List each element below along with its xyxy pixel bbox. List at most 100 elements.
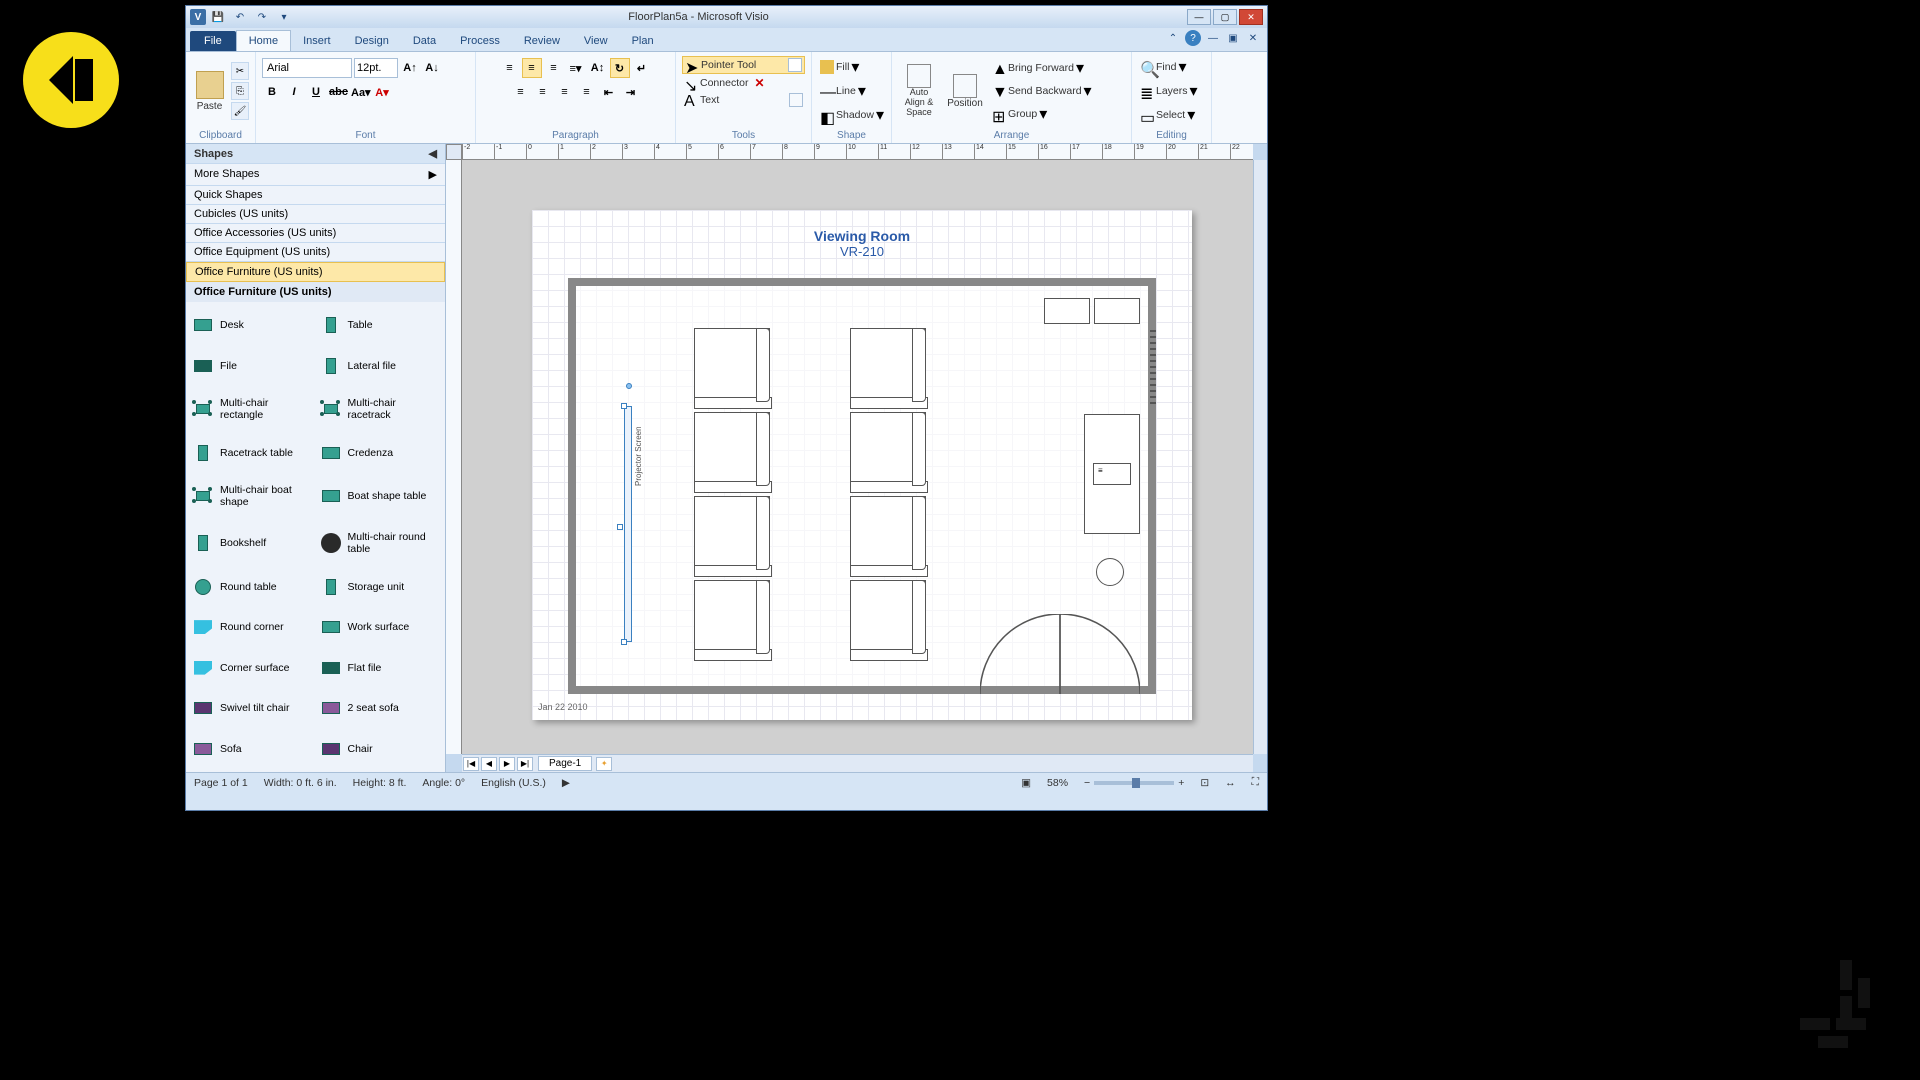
strike-button[interactable]: abc: [328, 82, 348, 102]
shape-work-surface[interactable]: Work surface: [318, 608, 442, 647]
shape-boat-shape-table[interactable]: Boat shape table: [318, 474, 442, 519]
align-right-icon[interactable]: ≡: [555, 82, 575, 102]
drawing-page[interactable]: Viewing Room VR-210: [532, 210, 1192, 720]
italic-button[interactable]: I: [284, 82, 304, 102]
pointer-tool-button[interactable]: ➤ Pointer Tool: [682, 56, 805, 74]
category-office-equipment[interactable]: Office Equipment (US units): [186, 243, 445, 262]
new-page-icon[interactable]: ✦: [596, 757, 612, 771]
seat-shape[interactable]: [694, 412, 770, 484]
rack-shape[interactable]: [1094, 298, 1140, 324]
shape-2-seat-sofa[interactable]: 2 seat sofa: [318, 689, 442, 728]
shape-round-table[interactable]: Round table: [190, 567, 314, 606]
room-walls[interactable]: Projector Screen: [568, 278, 1156, 694]
font-size-input[interactable]: [354, 58, 398, 78]
category-cubicles[interactable]: Cubicles (US units): [186, 205, 445, 224]
connector-tool-button[interactable]: ↘ Connector ✕: [682, 75, 805, 91]
zoom-out-icon[interactable]: −: [1084, 777, 1090, 789]
rotation-handle[interactable]: [626, 383, 632, 389]
qat-undo-icon[interactable]: ↶: [232, 9, 248, 25]
page-last-icon[interactable]: ▶|: [517, 757, 533, 771]
vertical-scrollbar[interactable]: [1253, 160, 1267, 754]
tab-view[interactable]: View: [572, 31, 620, 51]
tab-home[interactable]: Home: [236, 30, 291, 51]
group-button[interactable]: ⊞Group▾: [990, 103, 1094, 125]
selection-handle[interactable]: [621, 403, 627, 409]
canvas-viewport[interactable]: Viewing Room VR-210: [462, 160, 1253, 754]
format-painter-icon[interactable]: 🖌: [231, 102, 249, 120]
minimize-ribbon-icon[interactable]: ⌃: [1165, 30, 1181, 46]
projector-shape[interactable]: [1093, 463, 1131, 485]
shape-multi-chair-racetrack[interactable]: Multi-chair racetrack: [318, 387, 442, 432]
close-button[interactable]: ✕: [1239, 9, 1263, 25]
layers-button[interactable]: ≣Layers▾: [1138, 80, 1205, 102]
minimize-button[interactable]: —: [1187, 9, 1211, 25]
page-prev-icon[interactable]: ◀: [481, 757, 497, 771]
align-top-icon[interactable]: ≡: [500, 58, 520, 78]
shape-desk[interactable]: Desk: [190, 306, 314, 345]
autoalign-button[interactable]: Auto Align & Space: [898, 62, 940, 120]
seat-shape[interactable]: [850, 412, 926, 484]
macro-icon[interactable]: ▶: [562, 777, 570, 789]
page-first-icon[interactable]: |◀: [463, 757, 479, 771]
qat-save-icon[interactable]: 💾: [210, 9, 226, 25]
status-language[interactable]: English (U.S.): [481, 777, 546, 789]
justify-icon[interactable]: ≡: [577, 82, 597, 102]
line-button[interactable]: —Line▾: [818, 80, 885, 102]
tab-data[interactable]: Data: [401, 31, 448, 51]
shape-gallery-icon[interactable]: [788, 58, 802, 72]
tab-insert[interactable]: Insert: [291, 31, 343, 51]
selection-handle[interactable]: [617, 524, 623, 530]
select-button[interactable]: ▭Select▾: [1138, 104, 1205, 126]
seat-shape[interactable]: [694, 496, 770, 568]
shape-multi-chair-boat-shape[interactable]: Multi-chair boat shape: [190, 474, 314, 519]
page-tab[interactable]: Page-1: [538, 756, 592, 771]
presentation-mode-icon[interactable]: ▣: [1021, 777, 1031, 789]
fit-width-icon[interactable]: ↔: [1225, 777, 1236, 789]
align-bottom-icon[interactable]: ≡: [544, 58, 564, 78]
zoom-slider[interactable]: [1094, 781, 1174, 785]
position-button[interactable]: Position: [944, 72, 986, 111]
category-quick-shapes[interactable]: Quick Shapes: [186, 186, 445, 205]
shape-file[interactable]: File: [190, 347, 314, 386]
more-shapes-button[interactable]: More Shapes▶: [186, 164, 445, 186]
bold-button[interactable]: B: [262, 82, 282, 102]
selection-handle[interactable]: [621, 639, 627, 645]
decrease-indent-icon[interactable]: ⇤: [599, 82, 619, 102]
shadow-button[interactable]: ◧Shadow▾: [818, 104, 885, 126]
font-name-input[interactable]: [262, 58, 352, 78]
bullets-icon[interactable]: ≡▾: [566, 58, 586, 78]
seat-shape[interactable]: [850, 580, 926, 652]
maximize-button[interactable]: ▢: [1213, 9, 1237, 25]
connector-delete-icon[interactable]: ✕: [754, 76, 764, 90]
tab-process[interactable]: Process: [448, 31, 512, 51]
send-backward-button[interactable]: ▼Send Backward▾: [990, 80, 1094, 102]
shape-chair[interactable]: Chair: [318, 729, 442, 768]
round-shape[interactable]: [1096, 558, 1124, 586]
shape-multi-chair-rectangle[interactable]: Multi-chair rectangle: [190, 387, 314, 432]
shape-round-corner[interactable]: Round corner: [190, 608, 314, 647]
seat-shape[interactable]: [850, 496, 926, 568]
projector-table-shape[interactable]: [1084, 414, 1140, 534]
seat-shape[interactable]: [850, 328, 926, 400]
shape-table[interactable]: Table: [318, 306, 442, 345]
copy-icon[interactable]: ⎘: [231, 82, 249, 100]
rack-shape[interactable]: [1044, 298, 1090, 324]
qat-redo-icon[interactable]: ↷: [254, 9, 270, 25]
wrap-icon[interactable]: ↵: [632, 58, 652, 78]
font-color-button[interactable]: A▾: [372, 82, 392, 102]
text-direction-icon[interactable]: A↕: [588, 58, 608, 78]
shape-multi-chair-round-table[interactable]: Multi-chair round table: [318, 521, 442, 566]
projector-screen-shape[interactable]: [624, 406, 632, 642]
zoom-in-icon[interactable]: +: [1178, 777, 1184, 789]
back-overlay-button[interactable]: [23, 32, 119, 128]
shapes-collapse-icon[interactable]: ◀: [429, 147, 437, 160]
align-middle-icon[interactable]: ≡: [522, 58, 542, 78]
shape-credenza[interactable]: Credenza: [318, 434, 442, 473]
increase-indent-icon[interactable]: ⇥: [621, 82, 641, 102]
shape-corner-surface[interactable]: Corner surface: [190, 648, 314, 687]
qat-customize-icon[interactable]: ▾: [276, 9, 292, 25]
seat-shape[interactable]: [694, 328, 770, 400]
shape-flat-file[interactable]: Flat file: [318, 648, 442, 687]
doc-minimize-icon[interactable]: —: [1205, 30, 1221, 46]
underline-button[interactable]: U: [306, 82, 326, 102]
